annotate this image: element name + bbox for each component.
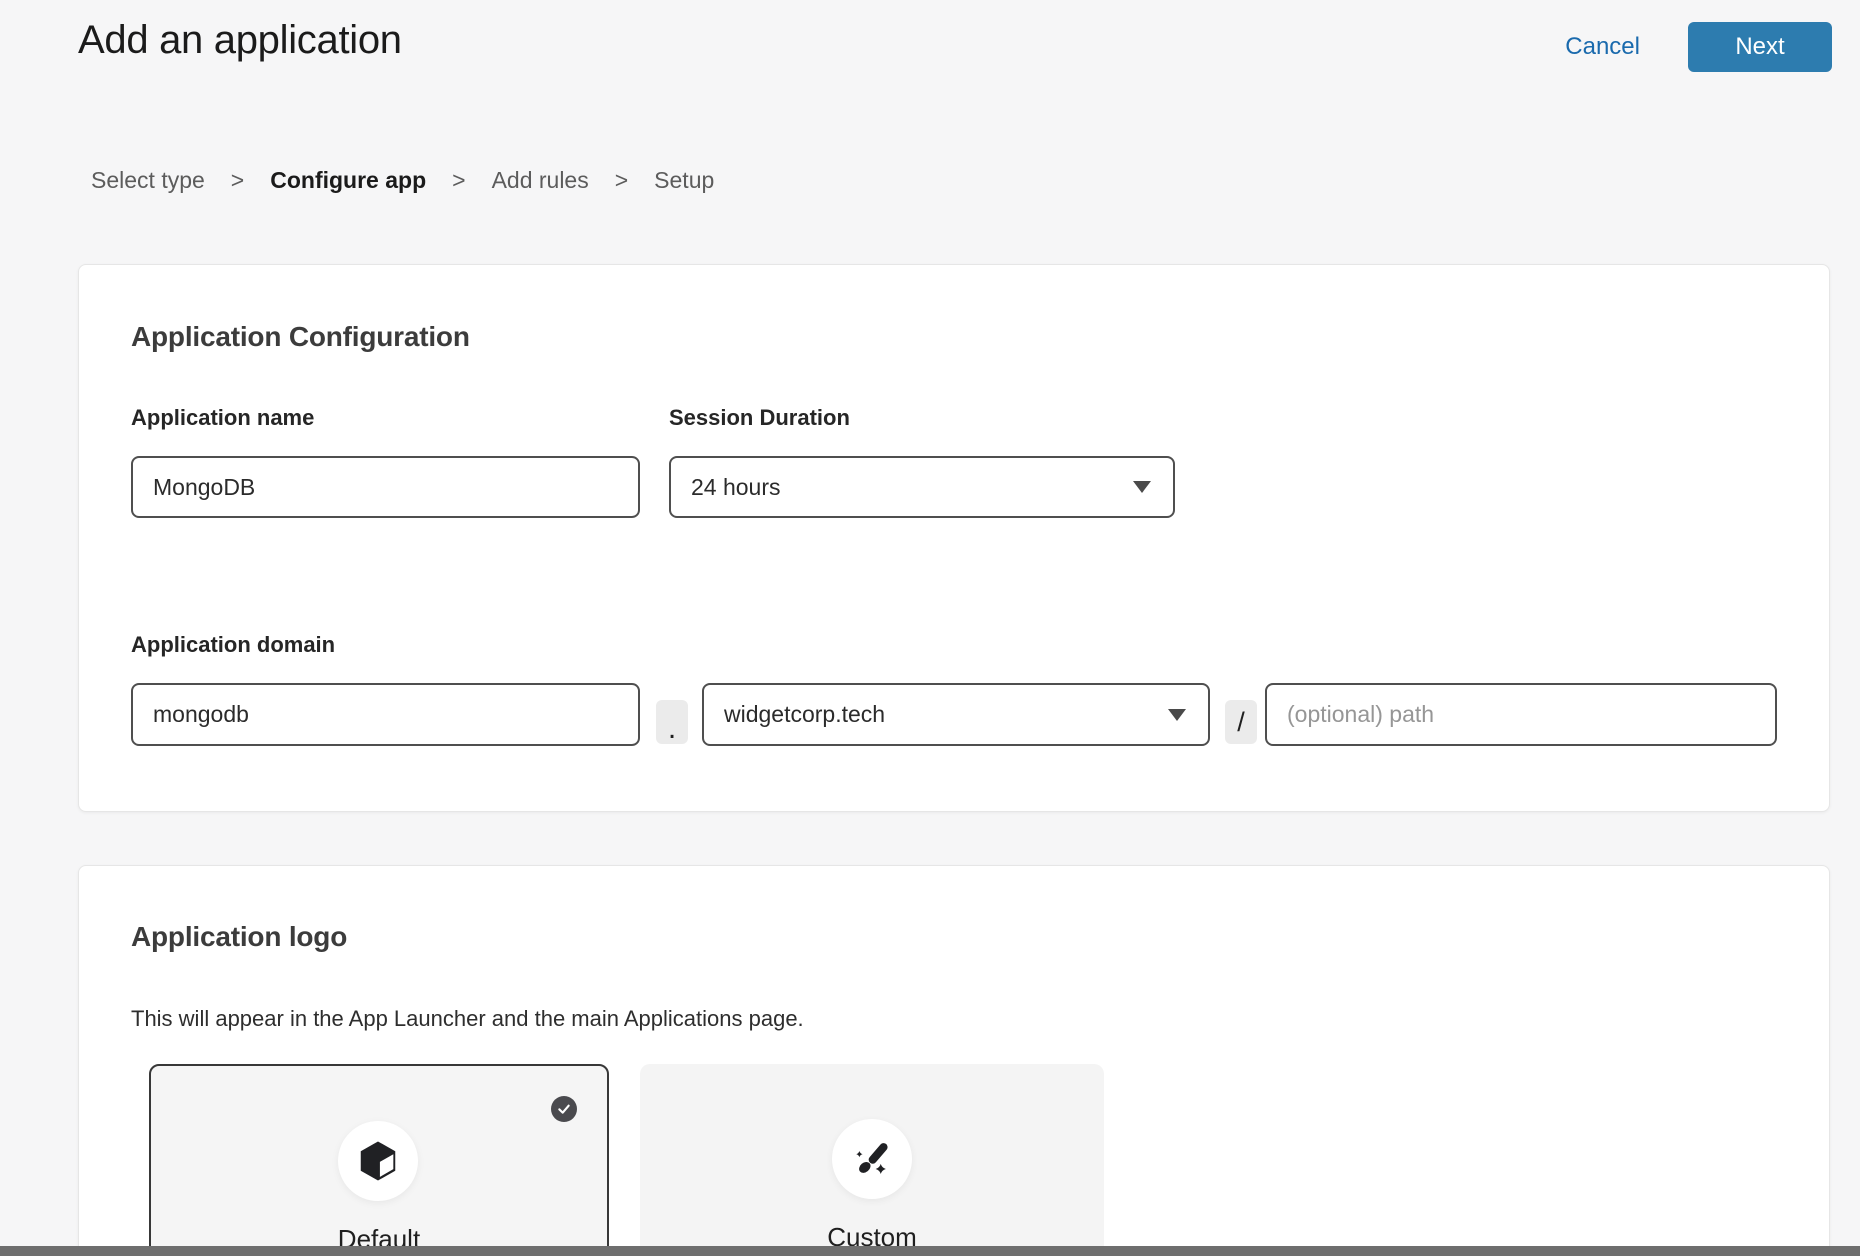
application-name-label: Application name [131, 405, 314, 431]
subdomain-input[interactable] [131, 683, 640, 746]
cancel-button[interactable]: Cancel [1565, 33, 1640, 61]
application-logo-description: This will appear in the App Launcher and… [131, 1006, 804, 1032]
logo-option-custom[interactable]: Custom [640, 1064, 1104, 1256]
custom-logo-circle [832, 1119, 912, 1199]
session-duration-value: 24 hours [691, 474, 781, 501]
application-logo-card: Application logo This will appear in the… [78, 865, 1830, 1256]
breadcrumb-separator: > [452, 167, 465, 194]
paintbrush-sparkle-icon [851, 1138, 893, 1180]
breadcrumb-separator: > [231, 167, 244, 194]
chevron-down-icon [1133, 481, 1151, 493]
application-configuration-heading: Application Configuration [131, 321, 470, 353]
dot-separator: . [656, 700, 688, 744]
step-select-type[interactable]: Select type [91, 167, 205, 194]
step-configure-app[interactable]: Configure app [270, 167, 426, 194]
next-button[interactable]: Next [1688, 22, 1832, 72]
session-duration-label: Session Duration [669, 405, 850, 431]
path-input[interactable] [1265, 683, 1777, 746]
session-duration-select[interactable]: 24 hours [669, 456, 1175, 518]
step-add-rules[interactable]: Add rules [492, 167, 589, 194]
cube-icon [355, 1138, 401, 1184]
add-application-page: Add an application Cancel Next Select ty… [0, 0, 1860, 1256]
logo-option-default[interactable]: Default [149, 1064, 609, 1256]
domain-select[interactable]: widgetcorp.tech [702, 683, 1210, 746]
default-logo-circle [338, 1121, 418, 1201]
domain-value: widgetcorp.tech [724, 701, 885, 728]
application-configuration-card: Application Configuration Application na… [78, 264, 1830, 812]
application-name-input[interactable] [131, 456, 640, 518]
chevron-down-icon [1168, 709, 1186, 721]
step-setup[interactable]: Setup [654, 167, 714, 194]
breadcrumb: Select type > Configure app > Add rules … [91, 167, 714, 194]
application-logo-heading: Application logo [131, 921, 347, 953]
breadcrumb-separator: > [615, 167, 628, 194]
page-title: Add an application [78, 18, 402, 63]
header-actions: Cancel Next [1565, 22, 1832, 72]
application-domain-label: Application domain [131, 632, 335, 658]
bottom-scroll-edge [0, 1246, 1860, 1256]
checkmark-icon [551, 1096, 577, 1122]
slash-separator: / [1225, 700, 1257, 744]
